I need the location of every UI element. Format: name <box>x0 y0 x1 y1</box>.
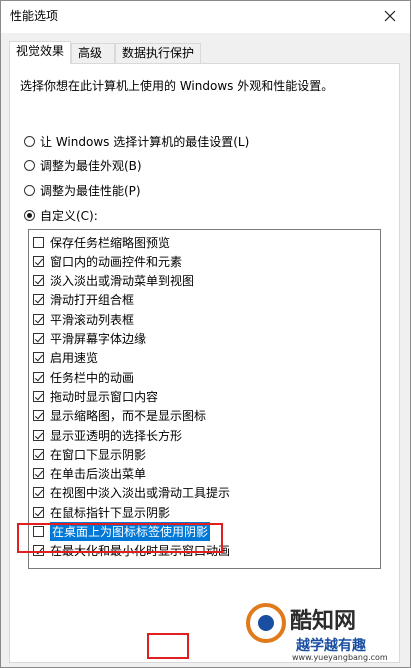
list-item[interactable]: 拖动时显示窗口内容 <box>33 387 158 405</box>
list-item[interactable]: 在鼠标指针下显示阴影 <box>33 503 170 521</box>
radio-button[interactable] <box>24 209 35 221</box>
checkbox[interactable] <box>33 448 44 460</box>
list-item[interactable]: 在单击后淡出菜单 <box>33 465 146 483</box>
radio-label: 让 Windows 选择计算机的最佳设置(L) <box>40 134 250 149</box>
list-item-label: 显示缩略图，而不是显示图标 <box>50 409 207 424</box>
radio-button[interactable] <box>24 184 35 196</box>
list-item[interactable]: 淡入淡出或滑动菜单到视图 <box>33 272 194 290</box>
dialog-body: 视觉效果 高级 数据执行保护 选择你想在此计算机上使用的 Windows 外观和… <box>1 33 410 667</box>
list-item-label: 平滑滚动列表框 <box>50 312 135 327</box>
list-item-label: 保存任务栏缩略图预览 <box>50 235 171 250</box>
annotation-highlight-ok-button <box>147 633 189 659</box>
checkbox[interactable] <box>33 487 44 499</box>
list-item-label: 拖动时显示窗口内容 <box>50 389 159 404</box>
radio-let-windows-choose[interactable]: 让 Windows 选择计算机的最佳设置(L) <box>24 132 249 150</box>
tab-data-execution-prevention[interactable]: 数据执行保护 <box>115 43 201 63</box>
panel-description: 选择你想在此计算机上使用的 Windows 外观和性能设置。 <box>20 79 334 93</box>
checkbox[interactable] <box>33 313 44 325</box>
list-item[interactable]: 在窗口下显示阴影 <box>33 445 146 463</box>
watermark-slogan: 越学越有趣 <box>296 638 366 654</box>
list-item-label: 在窗口下显示阴影 <box>50 447 147 462</box>
radio-custom[interactable]: 自定义(C): <box>24 206 98 224</box>
window-title: 性能选项 <box>10 9 59 23</box>
radio-label: 自定义(C): <box>40 208 98 223</box>
checkbox[interactable] <box>33 352 44 364</box>
list-item-label: 启用速览 <box>50 351 99 366</box>
checkbox[interactable] <box>33 468 44 480</box>
annotation-highlight-desktop-icon-shadow <box>17 523 223 553</box>
list-item[interactable]: 任务栏中的动画 <box>33 368 134 386</box>
watermark-url: www.yueyangbang.com <box>292 653 388 662</box>
tab-advanced[interactable]: 高级 <box>71 43 115 63</box>
list-item-label: 滑动打开组合框 <box>50 293 135 308</box>
close-icon <box>384 10 396 22</box>
checkbox[interactable] <box>33 294 44 306</box>
list-item[interactable]: 平滑屏幕字体边缘 <box>33 330 146 348</box>
list-item[interactable]: 窗口内的动画控件和元素 <box>33 252 182 270</box>
checkbox[interactable] <box>33 390 44 402</box>
watermark-brand: 酷知网 <box>290 609 357 634</box>
list-item[interactable]: 保存任务栏缩略图预览 <box>33 233 170 251</box>
title-bar: 性能选项 <box>1 1 410 33</box>
list-item[interactable]: 显示缩略图，而不是显示图标 <box>33 407 206 425</box>
checkbox[interactable] <box>33 410 44 422</box>
list-item-label: 窗口内的动画控件和元素 <box>50 254 183 269</box>
radio-label: 调整为最佳性能(P) <box>40 183 141 198</box>
radio-label: 调整为最佳外观(B) <box>40 158 142 173</box>
checkbox[interactable] <box>33 429 44 441</box>
watermark: 酷知网 越学越有趣 www.yueyangbang.com <box>240 597 410 667</box>
tab-visual-effects[interactable]: 视觉效果 <box>9 41 71 64</box>
list-item[interactable]: 在视图中淡入淡出或滑动工具提示 <box>33 484 230 502</box>
list-item-label: 在单击后淡出菜单 <box>50 467 147 482</box>
list-item-label: 任务栏中的动画 <box>50 370 135 385</box>
list-item-label: 在鼠标指针下显示阴影 <box>50 505 171 520</box>
radio-button[interactable] <box>24 135 35 147</box>
list-item-label: 显示亚透明的选择长方形 <box>50 428 183 443</box>
checkbox[interactable] <box>33 506 44 518</box>
list-item-label: 淡入淡出或滑动菜单到视图 <box>50 274 195 289</box>
list-item[interactable]: 平滑滚动列表框 <box>33 310 134 328</box>
visual-effects-list[interactable]: 保存任务栏缩略图预览 窗口内的动画控件和元素 淡入淡出或滑动菜单到视图 滑动打开组合框… <box>28 229 381 569</box>
checkbox[interactable] <box>33 371 44 383</box>
checkbox[interactable] <box>33 275 44 287</box>
list-item[interactable]: 启用速览 <box>33 349 98 367</box>
checkbox[interactable] <box>33 333 44 344</box>
list-item[interactable]: 显示亚透明的选择长方形 <box>33 426 182 444</box>
radio-best-performance[interactable]: 调整为最佳性能(P) <box>24 181 141 199</box>
radio-best-appearance[interactable]: 调整为最佳外观(B) <box>24 156 142 174</box>
list-item[interactable]: 滑动打开组合框 <box>33 291 134 309</box>
visual-effects-panel: 选择你想在此计算机上使用的 Windows 外观和性能设置。 让 Windows… <box>9 63 400 663</box>
performance-options-window: 性能选项 视觉效果 高级 数据执行保护 选择你想在此计算机上使用的 Window… <box>0 0 411 668</box>
checkbox[interactable] <box>33 255 44 267</box>
close-button[interactable] <box>370 1 410 31</box>
site-logo-icon <box>246 603 286 643</box>
radio-button[interactable] <box>24 159 35 171</box>
list-item-label: 在视图中淡入淡出或滑动工具提示 <box>50 486 231 501</box>
checkbox[interactable] <box>33 236 44 248</box>
list-item-label: 平滑屏幕字体边缘 <box>50 332 147 346</box>
